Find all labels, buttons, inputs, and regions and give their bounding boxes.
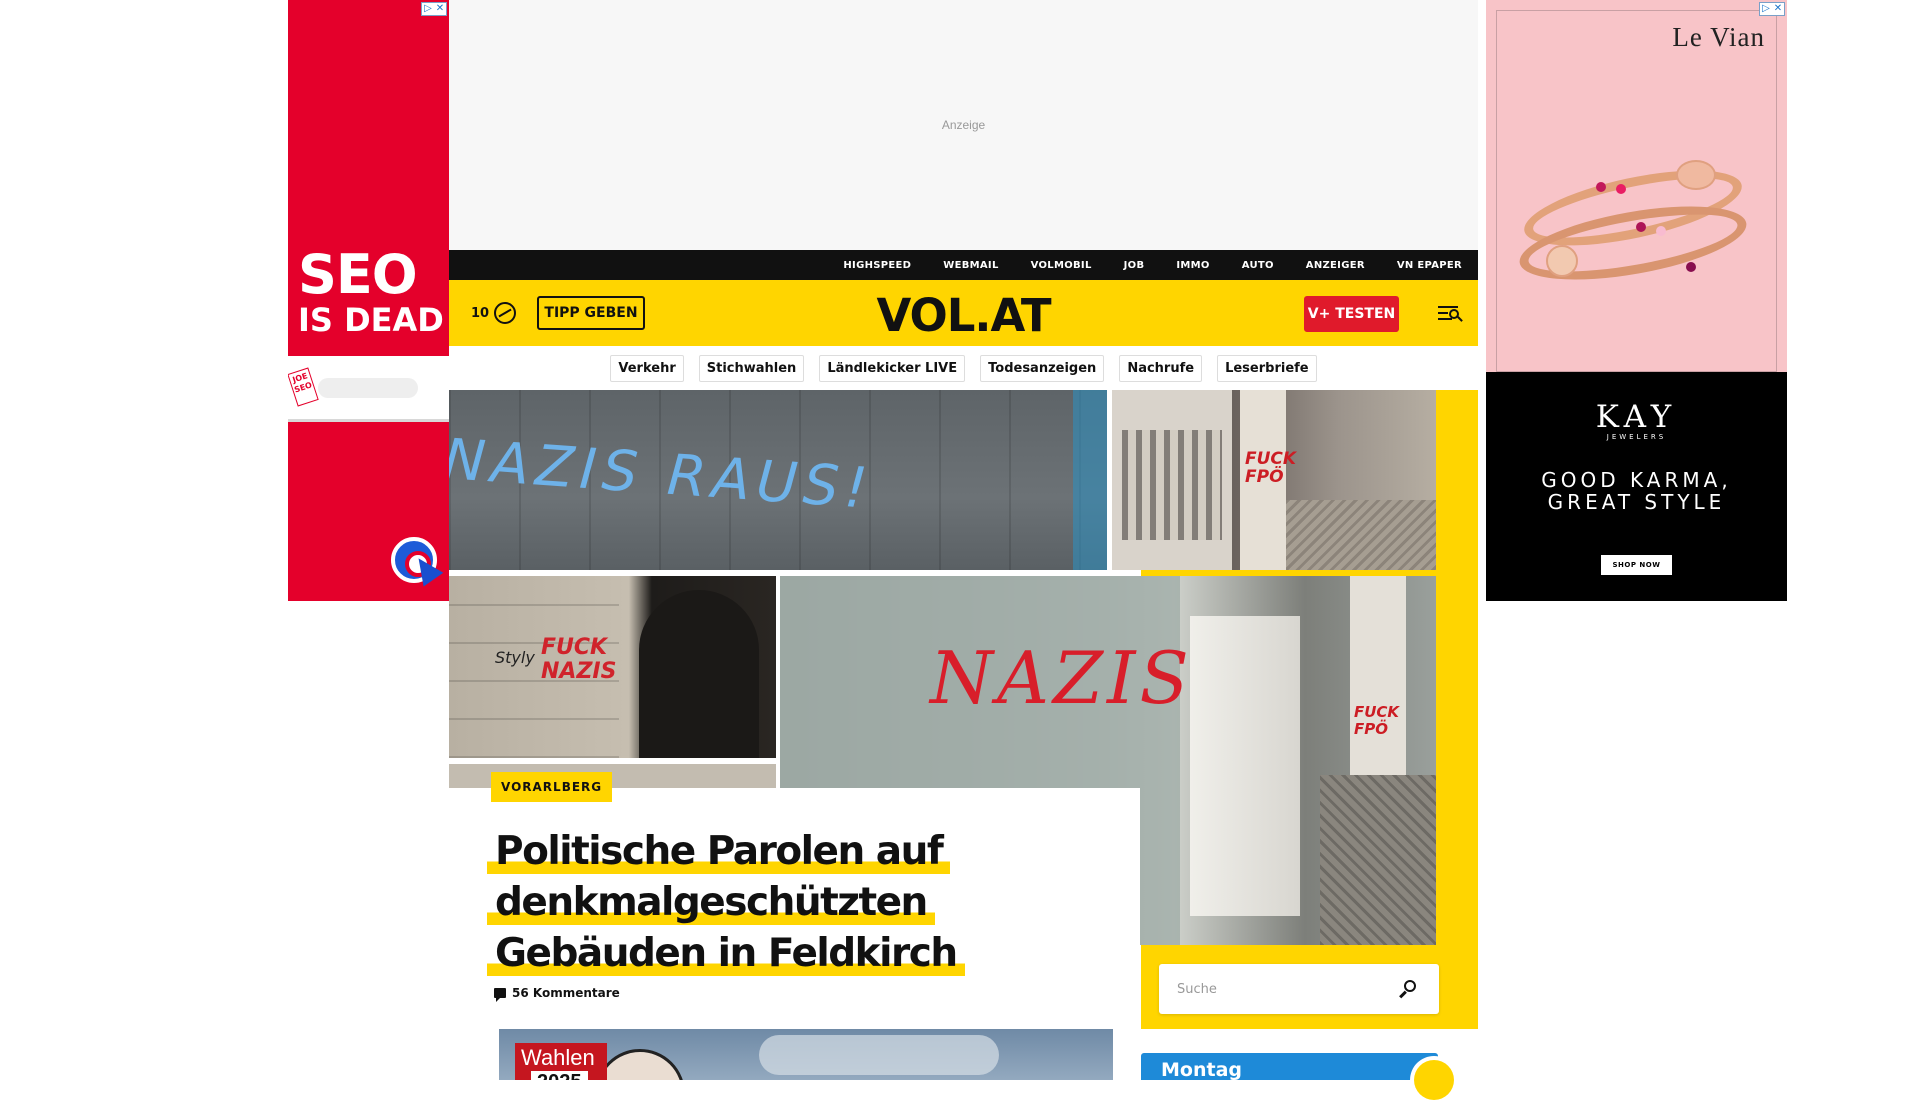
photo-strip: [1073, 390, 1107, 570]
portrait-image: [595, 1049, 685, 1080]
shop-door: [1190, 616, 1300, 916]
service-link-volmobil[interactable]: VOLMOBIL: [1031, 260, 1092, 271]
service-bar: HIGHSPEED WEBMAIL VOLMOBIL JOB IMMO AUTO…: [449, 250, 1478, 280]
service-link-vn-epaper[interactable]: VN EPAPER: [1397, 260, 1462, 271]
ad-brand-logo: Le Vian: [1672, 22, 1765, 52]
ad-close-icon[interactable]: ✕: [1772, 3, 1784, 15]
wahlen-badge-label: Wahlen: [521, 1045, 595, 1070]
gem-icon: [1546, 245, 1578, 277]
topic-laendlekicker-live[interactable]: Ländlekicker LIVE: [819, 354, 966, 382]
service-link-job[interactable]: JOB: [1124, 260, 1145, 271]
graffiti-image: FUCK FPÖ: [1245, 449, 1297, 487]
hero-photo-arch[interactable]: Styly FUCK NAZIS: [449, 576, 776, 758]
ad-slogan-line1: GOOD KARMA,: [1541, 468, 1732, 492]
ad-illustration: JOE SEO: [288, 356, 449, 422]
graffiti-tag-image: Styly: [495, 648, 535, 667]
gem-icon: [1656, 226, 1666, 236]
gem-icon: [1616, 184, 1626, 194]
street-paving: [1286, 500, 1436, 570]
topic-verkehr[interactable]: Verkehr: [610, 354, 684, 382]
wahlen-badge-year: 2025: [531, 1071, 588, 1080]
weather-day-card[interactable]: Montag: [1141, 1053, 1454, 1100]
service-link-highspeed[interactable]: HIGHSPEED: [843, 260, 911, 271]
shop-now-button[interactable]: SHOP NOW: [1600, 555, 1673, 575]
right-ad[interactable]: ▷ ✕ Le Vian KAY JEWELERS GOOD KARMA, GRE…: [1486, 0, 1787, 601]
hero-photo-storefront[interactable]: FUCK FPÖ: [1112, 390, 1436, 570]
archway: [639, 590, 759, 758]
ad-headline-line2: IS DEAD: [298, 301, 444, 339]
lead-article-card[interactable]: VORARLBERG Politische Parolen auf denkma…: [449, 772, 1140, 1029]
gem-icon: [1676, 160, 1716, 190]
gem-icon: [1636, 222, 1646, 232]
menu-search-icon[interactable]: [1438, 304, 1463, 322]
ad-label: Anzeige: [941, 118, 986, 132]
ad-dark-panel: KAY JEWELERS GOOD KARMA, GREAT STYLE SHO…: [1486, 372, 1787, 601]
graffiti-image: FUCK FPÖ: [1354, 703, 1400, 738]
sun-icon: [1414, 1060, 1454, 1100]
main-header: 10 TIPP GEBEN VOL.AT V+ TESTEN: [449, 280, 1478, 346]
adchoices-play-icon[interactable]: ▷: [1760, 3, 1772, 15]
search-icon-lens: [1404, 980, 1416, 992]
graffiti-image: FUCK NAZIS: [541, 635, 617, 684]
category-tag[interactable]: VORARLBERG: [491, 772, 613, 802]
topic-nachrufe[interactable]: Nachrufe: [1119, 354, 1203, 382]
ad-slogan: GOOD KARMA, GREAT STYLE: [1486, 469, 1787, 513]
comment-icon: [494, 988, 506, 1002]
ad-slogan-line2: GREAT STYLE: [1547, 490, 1726, 514]
kay-logo: KAY: [1595, 399, 1678, 435]
store-window: [1112, 390, 1232, 570]
magnifier-handle: [1457, 316, 1463, 322]
topic-stichwahlen[interactable]: Stichwahlen: [698, 354, 805, 382]
gem-icon: [1686, 262, 1696, 272]
hero-photo-pavement-graffiti[interactable]: NAZIS RAUS!: [449, 390, 1107, 570]
article-headline-text[interactable]: Politische Parolen auf denkmalgeschützte…: [487, 829, 965, 976]
sky-image: [759, 1035, 999, 1075]
top-ad-slot: Anzeige: [449, 0, 1478, 250]
topic-todesanzeigen[interactable]: Todesanzeigen: [980, 354, 1105, 382]
adchoices-play-icon[interactable]: ▷: [422, 3, 434, 15]
vplus-testen-button[interactable]: V+ TESTEN: [1304, 296, 1399, 332]
service-link-auto[interactable]: AUTO: [1242, 260, 1274, 271]
graffiti-image: NAZIS: [930, 636, 1193, 720]
gem-icon: [1596, 182, 1606, 192]
sheet-illustration: [318, 378, 418, 398]
left-skyscraper-ad[interactable]: ▷ ✕ SEO IS DEAD JOE SEO: [288, 0, 449, 601]
service-link-immo[interactable]: IMMO: [1176, 260, 1209, 271]
search-icon[interactable]: [1399, 980, 1417, 999]
weather-day-label: Montag: [1161, 1059, 1242, 1081]
kay-jewelers-label: JEWELERS: [1606, 433, 1667, 441]
ad-choices-badge[interactable]: ▷ ✕: [421, 2, 447, 16]
comments-link[interactable]: 56 Kommentare: [494, 986, 620, 1002]
search-icon-handle: [1399, 990, 1407, 999]
ad-close-icon[interactable]: ✕: [434, 3, 446, 15]
search-input[interactable]: [1159, 964, 1389, 1014]
topic-leserbriefe[interactable]: Leserbriefe: [1217, 354, 1317, 382]
topic-nav: Verkehr Stichwahlen Ländlekicker LIVE To…: [449, 346, 1478, 390]
street-paving: [1320, 775, 1436, 945]
service-link-webmail[interactable]: WEBMAIL: [943, 260, 998, 271]
ad-headline: SEO IS DEAD: [298, 243, 448, 339]
comments-count: 56 Kommentare: [512, 986, 620, 1000]
toe-tag: JOE SEO: [288, 367, 319, 407]
menu-bar-line: [1438, 318, 1452, 320]
menu-bar-line: [1438, 312, 1448, 314]
menu-bar-line: [1438, 306, 1458, 308]
ad-choices-badge[interactable]: ▷ ✕: [1759, 2, 1785, 16]
wahlen-badge: Wahlen 2025: [515, 1043, 607, 1080]
search-box: [1159, 964, 1439, 1014]
wahlen-teaser[interactable]: Wahlen 2025: [499, 1029, 1113, 1080]
service-link-anzeiger[interactable]: ANZEIGER: [1306, 260, 1365, 271]
article-headline[interactable]: Politische Parolen auf denkmalgeschützte…: [487, 826, 1127, 979]
ad-headline-line1: SEO: [298, 243, 418, 306]
